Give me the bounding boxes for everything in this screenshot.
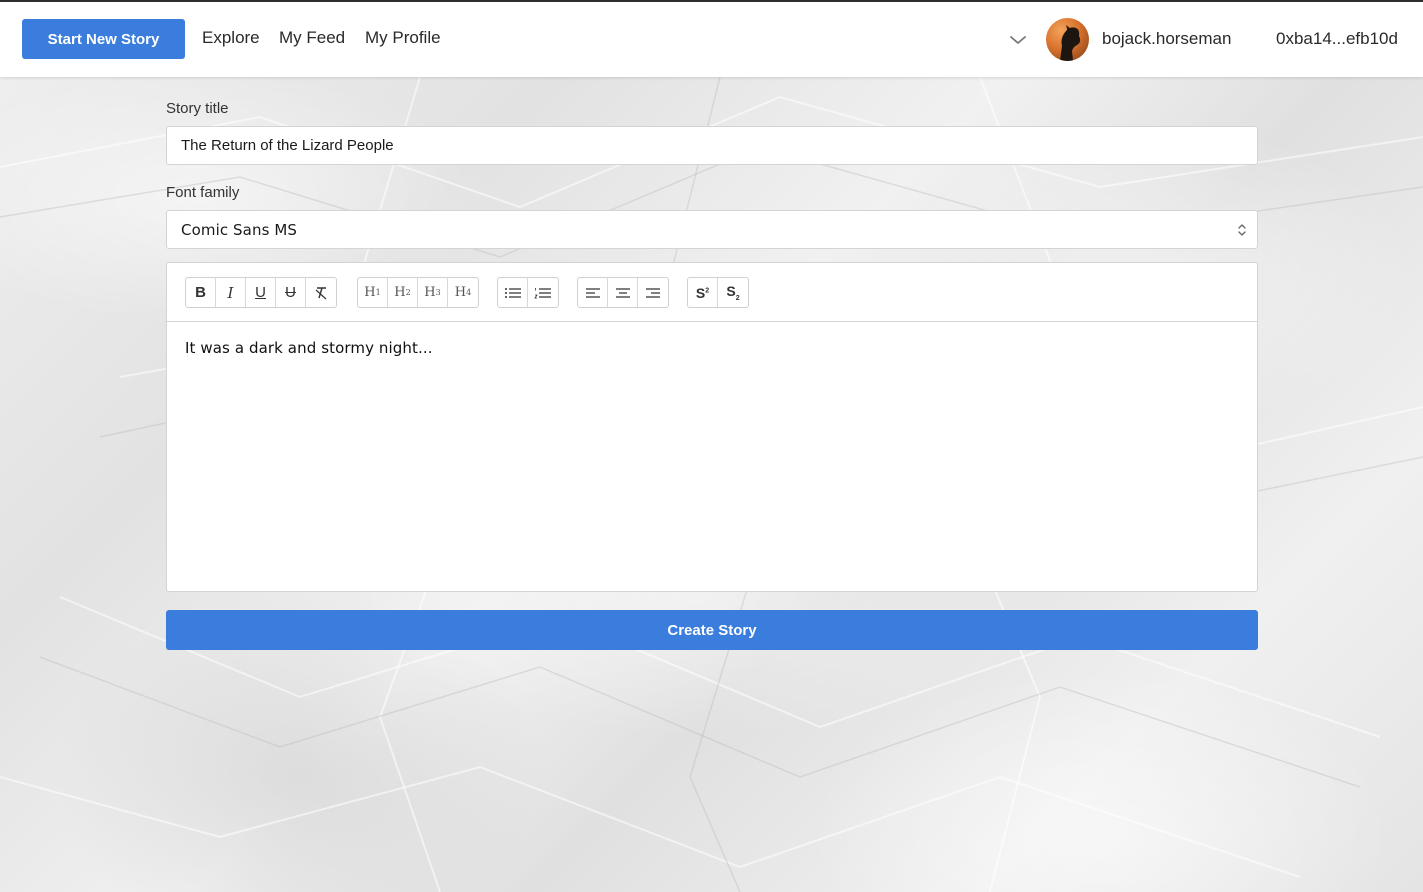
font-family-select[interactable]: Comic Sans MS <box>166 210 1258 249</box>
clear-format-icon[interactable] <box>306 278 336 307</box>
select-arrows-icon <box>1237 223 1247 237</box>
font-family-label: Font family <box>166 184 240 201</box>
story-title-value: The Return of the Lizard People <box>181 137 394 154</box>
format-group: B I U U <box>185 277 337 308</box>
heading-1-icon[interactable]: H1 <box>358 278 388 307</box>
script-group: S2 S2 <box>687 277 749 308</box>
chevron-down-icon[interactable] <box>1008 30 1028 50</box>
bold-icon[interactable]: B <box>186 278 216 307</box>
heading-3-icon[interactable]: H3 <box>418 278 448 307</box>
nav-link-explore[interactable]: Explore <box>202 28 260 48</box>
top-navbar: Start New Story Explore My Feed My Profi… <box>0 0 1423 77</box>
start-new-story-button[interactable]: Start New Story <box>22 19 185 59</box>
subscript-icon[interactable]: S2 <box>718 278 748 307</box>
superscript-icon[interactable]: S2 <box>688 278 718 307</box>
align-left-icon[interactable] <box>578 278 608 307</box>
align-center-icon[interactable] <box>608 278 638 307</box>
heading-4-icon[interactable]: H4 <box>448 278 478 307</box>
strikethrough-icon[interactable]: U <box>276 278 306 307</box>
nav-link-my-feed[interactable]: My Feed <box>279 28 345 48</box>
italic-icon[interactable]: I <box>216 278 246 307</box>
nav-link-my-profile[interactable]: My Profile <box>365 28 441 48</box>
bullet-list-icon[interactable] <box>498 278 528 307</box>
editor-content[interactable]: It was a dark and stormy night... <box>185 339 433 357</box>
username[interactable]: bojack.horseman <box>1102 29 1231 49</box>
align-group <box>577 277 669 308</box>
story-title-input[interactable]: The Return of the Lizard People <box>166 126 1258 165</box>
wallet-address[interactable]: 0xba14...efb10d <box>1276 29 1398 49</box>
avatar[interactable] <box>1046 18 1089 61</box>
list-group <box>497 277 559 308</box>
underline-icon[interactable]: U <box>246 278 276 307</box>
story-title-label: Story title <box>166 100 229 117</box>
rich-text-editor: B I U U H1 H2 H3 H4 S2 S2 It was a dark … <box>166 262 1258 592</box>
heading-2-icon[interactable]: H2 <box>388 278 418 307</box>
heading-group: H1 H2 H3 H4 <box>357 277 479 308</box>
align-right-icon[interactable] <box>638 278 668 307</box>
editor-toolbar: B I U U H1 H2 H3 H4 S2 S2 <box>167 263 1257 322</box>
create-story-button[interactable]: Create Story <box>166 610 1258 650</box>
numbered-list-icon[interactable] <box>528 278 558 307</box>
font-family-value: Comic Sans MS <box>181 220 298 239</box>
